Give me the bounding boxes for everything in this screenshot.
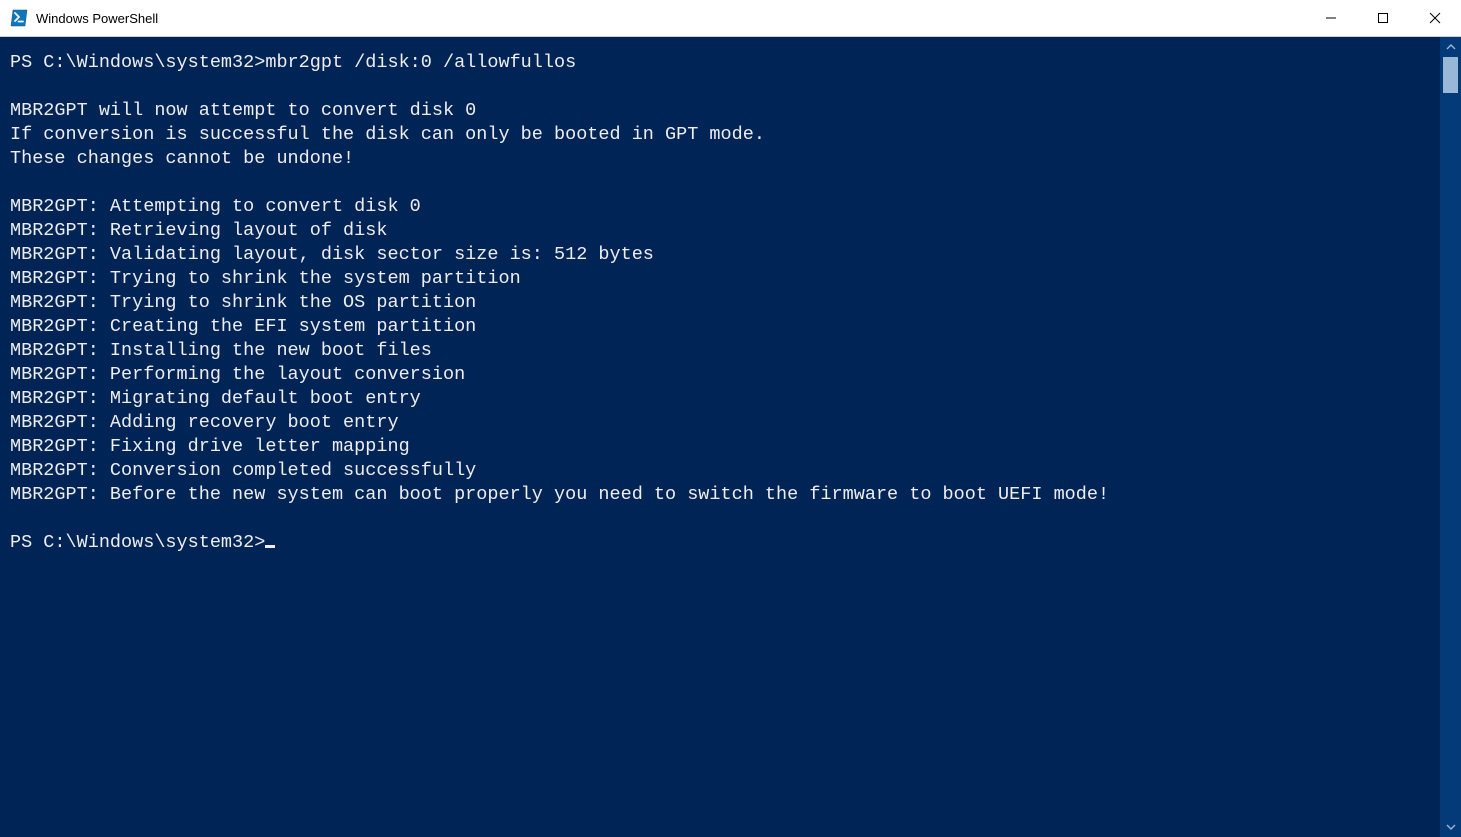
powershell-icon [10,9,28,27]
window-controls [1305,0,1461,36]
terminal-area: PS C:\Windows\system32> mbr2gpt /disk:0 /… [0,37,1461,837]
scrollbar[interactable] [1440,37,1461,837]
cursor [265,545,275,548]
maximize-button[interactable] [1357,0,1409,36]
terminal-output[interactable]: PS C:\Windows\system32> mbr2gpt /disk:0 /… [0,37,1440,837]
prompt-line: PS C:\Windows\system32>mbr2gpt /disk:0 /… [10,52,576,73]
scrollbar-thumb[interactable] [1443,57,1458,93]
scroll-down-arrow-icon[interactable] [1440,817,1461,837]
entered-command: mbr2gpt /disk:0 /allowfullos [265,52,576,73]
scroll-up-arrow-icon[interactable] [1440,37,1461,57]
window-title: Windows PowerShell [36,11,1305,26]
output-lines: MBR2GPT will now attempt to convert disk… [10,100,1109,505]
minimize-button[interactable] [1305,0,1357,36]
scrollbar-track[interactable] [1440,57,1461,817]
titlebar[interactable]: Windows PowerShell [0,0,1461,37]
close-button[interactable] [1409,0,1461,36]
prompt-line: PS C:\Windows\system32> [10,532,275,553]
